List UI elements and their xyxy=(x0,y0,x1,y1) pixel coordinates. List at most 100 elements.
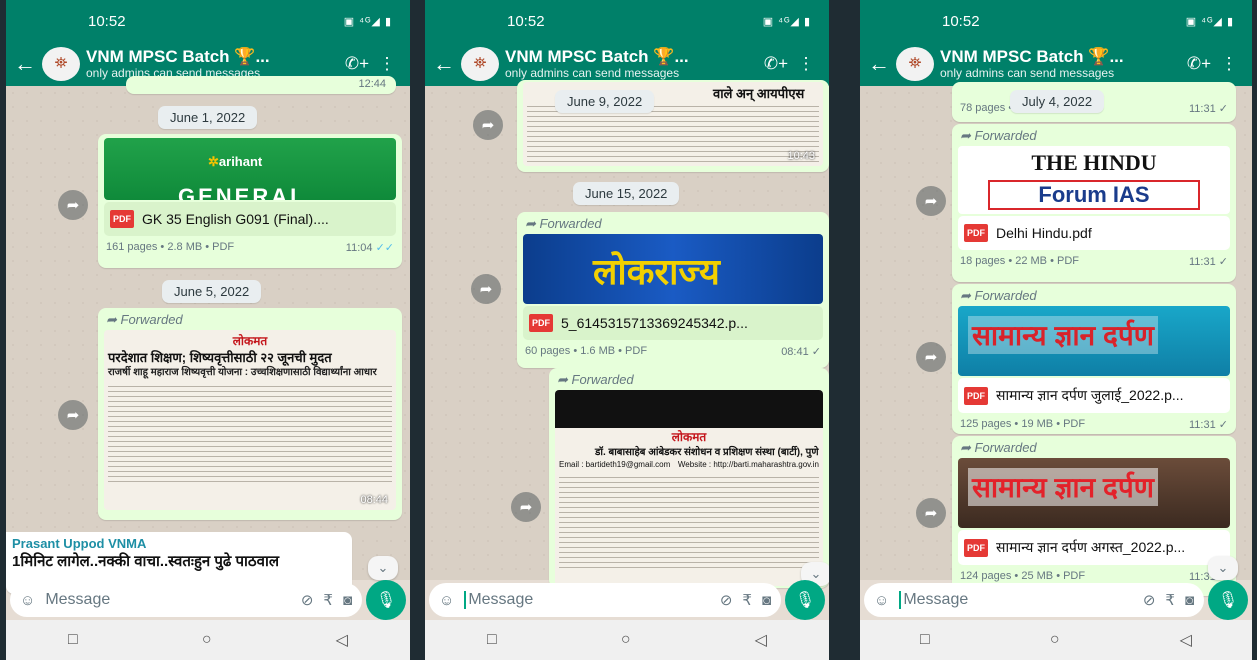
chat-title-box[interactable]: VNM MPSC Batch 🏆... only admins can send… xyxy=(940,47,1184,80)
recents-icon[interactable]: □ xyxy=(920,631,930,649)
date-chip: June 1, 2022 xyxy=(158,106,258,129)
share-icon[interactable]: ➦ xyxy=(511,492,541,522)
camera-icon[interactable]: ◙ xyxy=(1185,592,1194,609)
thumbnail-banner: Forum IAS xyxy=(988,180,1200,210)
home-icon[interactable]: ○ xyxy=(202,631,212,649)
avatar[interactable]: ⛯ xyxy=(461,47,499,81)
chat-title-box[interactable]: VNM MPSC Batch 🏆... only admins can send… xyxy=(505,47,761,80)
message-input[interactable]: ☺ Message ⊘ ₹ ◙ xyxy=(429,583,781,617)
forwarded-label: ➦ Forwarded xyxy=(960,288,1037,303)
chat-area[interactable]: 78 pages • 18 MB • PDF 11:31 ✓ July 4, 2… xyxy=(860,82,1252,596)
message-meta: 125 pages • 19 MB • PDF 11:31 ✓ xyxy=(960,418,1228,431)
add-call-icon[interactable]: ✆+ xyxy=(342,54,372,74)
home-icon[interactable]: ○ xyxy=(621,631,631,649)
message-input[interactable]: ☺ Message ⊘ ₹ ◙ xyxy=(10,583,362,617)
back-icon[interactable]: ◁ xyxy=(755,630,767,650)
news-subhead: राजर्षी शाहू महाराज शिष्यवृत्ती योजना : … xyxy=(108,367,377,379)
pdf-icon: PDF xyxy=(964,386,988,405)
mic-icon[interactable]: 🎙 xyxy=(1208,580,1248,620)
share-icon[interactable]: ➦ xyxy=(916,342,946,372)
status-time: 10:52 xyxy=(507,12,545,30)
notice-website: Website : http://barti.maharashtra.gov.i… xyxy=(677,460,819,469)
back-arrow-icon[interactable]: ← xyxy=(14,51,36,77)
rupee-icon[interactable]: ₹ xyxy=(742,591,752,609)
status-icons: ▣ ⁴ᴳ◢ ▮ xyxy=(1185,15,1234,28)
pdf-icon: PDF xyxy=(529,314,553,332)
message-bubble[interactable]: 12:44 xyxy=(126,76,396,94)
avatar[interactable]: ⛯ xyxy=(896,47,934,81)
file-row[interactable]: PDF Delhi Hindu.pdf xyxy=(958,216,1230,250)
menu-icon[interactable]: ⋮ xyxy=(791,54,821,74)
recents-icon[interactable]: □ xyxy=(68,631,78,649)
recents-icon[interactable]: □ xyxy=(487,631,497,649)
home-icon[interactable]: ○ xyxy=(1050,631,1060,649)
attach-icon[interactable]: ⊘ xyxy=(720,591,733,609)
message-bubble[interactable]: ➦ Forwarded लोकमत डॉ. बाबासाहेब आंबेडकर … xyxy=(549,368,829,588)
rupee-icon[interactable]: ₹ xyxy=(1165,591,1175,609)
file-row[interactable]: PDF सामान्य ज्ञान दर्पण अगस्त_2022.p... xyxy=(958,530,1230,565)
message-bubble[interactable]: ➦ Forwarded लोकमत परदेशात शिक्षण; शिष्यव… xyxy=(98,308,402,520)
emoji-icon[interactable]: ☺ xyxy=(20,592,35,609)
message-bubble[interactable]: ➦ Forwarded सामान्य ज्ञान दर्पण PDF सामा… xyxy=(952,436,1236,596)
thumbnail-brand: ✲arihant xyxy=(208,154,263,169)
message-bubble[interactable]: ➦ Forwarded सामान्य ज्ञान दर्पण PDF सामा… xyxy=(952,284,1236,434)
attach-icon[interactable]: ⊘ xyxy=(1143,591,1156,609)
rupee-icon[interactable]: ₹ xyxy=(323,591,333,609)
sender-name[interactable]: Prasant Uppod VNMA xyxy=(6,532,352,553)
emoji-icon[interactable]: ☺ xyxy=(439,592,454,609)
file-row[interactable]: PDF GK 35 English G091 (Final).... xyxy=(104,202,396,236)
paper-masthead: लोकमत xyxy=(232,334,268,348)
share-icon[interactable]: ➦ xyxy=(916,498,946,528)
message-input[interactable]: ☺ Message ⊘ ₹ ◙ xyxy=(864,583,1204,617)
file-row[interactable]: PDF 5_6145315713369245342.p... xyxy=(523,306,823,340)
back-arrow-icon[interactable]: ← xyxy=(433,51,455,77)
scroll-down-button[interactable]: ⌄ xyxy=(1208,556,1238,580)
file-thumbnail: ✲arihant GENERAL xyxy=(104,138,396,200)
phone-screen-1: 10:52 ▣ ⁴ᴳ◢ ▮ ← ⛯ VNM MPSC Batch 🏆... on… xyxy=(6,0,410,660)
system-nav-bar: □ ○ ◁ xyxy=(860,620,1252,660)
mic-icon[interactable]: 🎙 xyxy=(366,580,406,620)
file-info: 60 pages • 1.6 MB • PDF xyxy=(525,345,648,357)
back-arrow-icon[interactable]: ← xyxy=(868,51,890,77)
date-chip: June 15, 2022 xyxy=(573,182,680,205)
status-bar: 10:52 ▣ ⁴ᴳ◢ ▮ xyxy=(6,0,410,42)
message-bubble[interactable]: ➦ Forwarded THE HINDU Forum IAS PDF Delh… xyxy=(952,124,1236,282)
back-icon[interactable]: ◁ xyxy=(336,630,348,650)
add-call-icon[interactable]: ✆+ xyxy=(1184,54,1214,74)
attach-icon[interactable]: ⊘ xyxy=(301,591,314,609)
share-icon[interactable]: ➦ xyxy=(58,190,88,220)
share-icon[interactable]: ➦ xyxy=(473,110,503,140)
thumbnail-word: GENERAL xyxy=(178,184,307,200)
file-info: 161 pages • 2.8 MB • PDF xyxy=(106,241,235,253)
chat-area[interactable]: 12:44 June 1, 2022 ➦ ✲arihant GENERAL PD… xyxy=(6,76,410,594)
back-icon[interactable]: ◁ xyxy=(1180,630,1192,650)
message-bubble[interactable]: ✲arihant GENERAL PDF GK 35 English G091 … xyxy=(98,134,402,268)
avatar[interactable]: ⛯ xyxy=(42,47,80,81)
status-icons: ▣ ⁴ᴳ◢ ▮ xyxy=(343,15,392,28)
file-row[interactable]: PDF सामान्य ज्ञान दर्पण जुलाई_2022.p... xyxy=(958,378,1230,413)
share-icon[interactable]: ➦ xyxy=(58,400,88,430)
file-name: सामान्य ज्ञान दर्पण अगस्त_2022.p... xyxy=(996,539,1186,555)
chat-area[interactable]: ➦ वाले अन् आयपीएस झालो 10:43 June 9, 202… xyxy=(425,80,829,588)
menu-icon[interactable]: ⋮ xyxy=(372,54,402,74)
chat-title: VNM MPSC Batch 🏆... xyxy=(86,47,270,67)
file-name: सामान्य ज्ञान दर्पण जुलाई_2022.p... xyxy=(996,387,1184,403)
emoji-icon[interactable]: ☺ xyxy=(874,592,889,609)
chat-header: ← ⛯ VNM MPSC Batch 🏆... only admins can … xyxy=(860,42,1252,86)
message-bubble[interactable]: ➦ Forwarded लोकराज्य PDF 5_6145315713369… xyxy=(517,212,829,368)
camera-icon[interactable]: ◙ xyxy=(343,592,352,609)
message-time: 08:44 xyxy=(360,494,388,506)
status-time: 10:52 xyxy=(88,12,126,30)
thumbnail-dark-header xyxy=(555,390,823,428)
message-placeholder: Message xyxy=(899,591,1132,609)
file-name: GK 35 English G091 (Final).... xyxy=(142,211,329,227)
menu-icon[interactable]: ⋮ xyxy=(1214,54,1244,74)
scroll-down-button[interactable]: ⌄ xyxy=(368,556,398,580)
share-icon[interactable]: ➦ xyxy=(916,186,946,216)
pdf-icon: PDF xyxy=(964,224,988,242)
camera-icon[interactable]: ◙ xyxy=(762,592,771,609)
share-icon[interactable]: ➦ xyxy=(471,274,501,304)
add-call-icon[interactable]: ✆+ xyxy=(761,54,791,74)
mic-icon[interactable]: 🎙 xyxy=(785,580,825,620)
file-info: 18 pages • 22 MB • PDF xyxy=(960,255,1079,267)
